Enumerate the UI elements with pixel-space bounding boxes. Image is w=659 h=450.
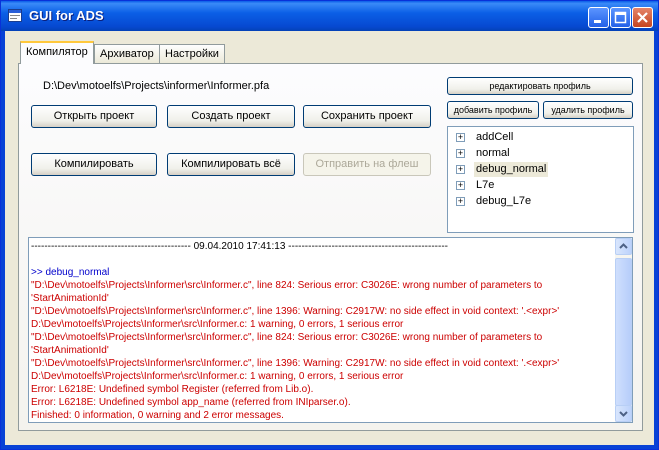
title-bar[interactable]: GUI for ADS: [1, 1, 658, 31]
log-line: "D:\Dev\motoelfs\Projects\Informer\src\I…: [31, 280, 543, 291]
log-line: "D:\Dev\motoelfs\Projects\Informer\src\I…: [31, 358, 560, 369]
tree-item-label: normal: [476, 147, 510, 159]
log-timestamp-header: ----------------------------------------…: [31, 241, 448, 252]
window-title: GUI for ADS: [29, 8, 104, 23]
log-blank-line: [31, 253, 616, 266]
add-profile-button[interactable]: добавить профиль: [447, 101, 539, 119]
log-line: D:\Dev\motoelfs\Projects\Informer\src\In…: [31, 319, 404, 330]
compile-all-button[interactable]: Компилировать всё: [167, 153, 295, 176]
close-icon: [637, 12, 648, 23]
log-line: 'StartAnimationId': [31, 293, 109, 304]
tree-item-label: debug_L7e: [476, 195, 532, 207]
expand-icon[interactable]: +: [456, 181, 465, 190]
chevron-down-icon: [619, 411, 628, 417]
log-line: Finished: 0 information, 0 warning and 2…: [31, 410, 284, 421]
log-scrollbar[interactable]: [615, 238, 632, 422]
compile-button[interactable]: Компилировать: [31, 153, 157, 176]
app-window: GUI for ADS Компилятор Архиватор Настрой…: [0, 0, 659, 450]
window-frame-bottom: [1, 445, 658, 449]
maximize-icon: [614, 11, 627, 24]
chevron-up-icon: [619, 243, 628, 249]
expand-icon[interactable]: +: [456, 133, 465, 142]
project-path: D:\Dev\motoelfs\Projects\informer\Inform…: [43, 80, 270, 92]
app-window-icon: [8, 9, 22, 22]
maximize-button[interactable]: [610, 7, 631, 28]
tab-compiler[interactable]: Компилятор: [20, 41, 94, 64]
log-lines: ----------------------------------------…: [31, 240, 616, 422]
scroll-thumb[interactable]: [615, 258, 632, 406]
log-line: "D:\Dev\motoelfs\Projects\Informer\src\I…: [31, 306, 560, 317]
expand-icon[interactable]: +: [456, 197, 465, 206]
minimize-button[interactable]: [588, 7, 609, 28]
close-button[interactable]: [632, 7, 653, 28]
create-project-button[interactable]: Создать проект: [167, 105, 295, 128]
delete-profile-button[interactable]: удалить профиль: [543, 101, 633, 119]
expand-icon[interactable]: +: [456, 165, 465, 174]
tab-settings[interactable]: Настройки: [159, 44, 225, 63]
window-frame-left: [1, 31, 5, 449]
tree-item-label: L7e: [476, 179, 495, 191]
log-line: 'StartAnimationId': [31, 345, 109, 356]
profile-tree[interactable]: + addCell + normal + debug_normal + L7e …: [447, 126, 634, 233]
window-frame-right: [654, 31, 658, 449]
log-line: D:\Dev\motoelfs\Projects\Informer\src\In…: [31, 371, 404, 382]
log-line: "D:\Dev\motoelfs\Projects\Informer\src\I…: [31, 332, 543, 343]
edit-profile-button[interactable]: редактировать профиль: [447, 77, 633, 95]
scroll-up-button[interactable]: [615, 238, 632, 255]
log-line: Error: L6218E: Undefined symbol Register…: [31, 384, 314, 395]
tree-item-label: addCell: [476, 131, 514, 143]
save-project-button[interactable]: Сохранить проект: [303, 105, 431, 128]
expand-icon[interactable]: +: [456, 149, 465, 158]
tab-archiver[interactable]: Архиватор: [94, 44, 160, 63]
scroll-down-button[interactable]: [615, 405, 632, 422]
open-project-button[interactable]: Открыть проект: [31, 105, 157, 128]
send-to-flash-button[interactable]: Отправить на флеш: [303, 153, 431, 176]
build-log[interactable]: ----------------------------------------…: [28, 237, 633, 423]
log-line: Error: L6218E: Undefined symbol app_name…: [31, 397, 351, 408]
log-profile-line: >> debug_normal: [31, 267, 110, 278]
minimize-icon: [594, 20, 601, 23]
tree-item-label: debug_normal: [474, 162, 549, 177]
